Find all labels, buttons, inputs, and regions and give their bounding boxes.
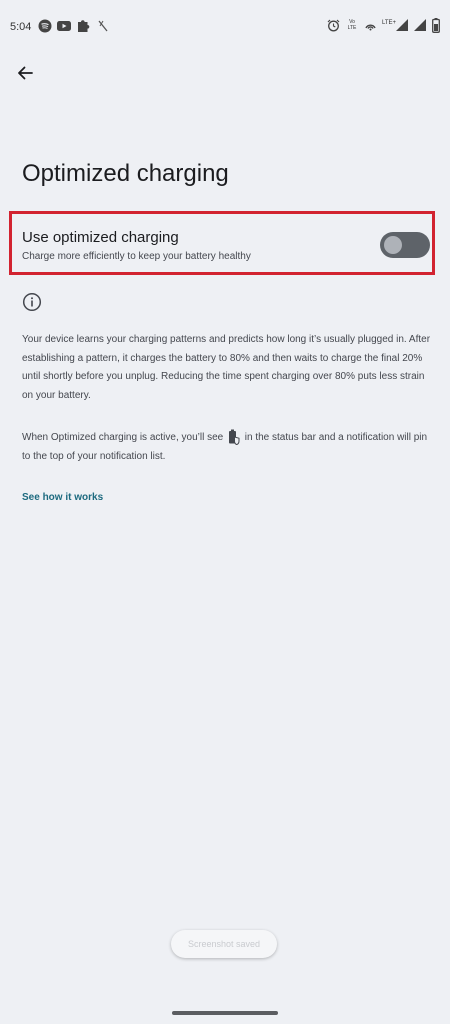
see-how-it-works-link[interactable]: See how it works [22, 492, 103, 503]
status-time: 5:04 [10, 21, 32, 33]
screenshot-saved-toast: Screenshot saved [171, 930, 277, 958]
battery-shield-icon [228, 429, 240, 446]
hotspot-icon [365, 24, 376, 31]
status-bar: 5:04 Vo LTE LTE+ [0, 0, 450, 56]
setting-title: Use optimized charging [22, 229, 179, 246]
setting-subtitle: Charge more efficiently to keep your bat… [22, 251, 251, 262]
signal-icon [396, 19, 408, 31]
puzzle-icon [78, 20, 90, 32]
signal-icon-secondary [414, 19, 426, 31]
gesture-nav-handle[interactable] [172, 1011, 278, 1015]
info-paragraph-1: Your device learns your charging pattern… [22, 334, 431, 401]
battery-icon [432, 18, 440, 33]
arrow-back-icon [18, 66, 33, 80]
feather-icon [98, 20, 108, 32]
optimized-charging-setting-row[interactable]: Use optimized charging Charge more effic… [9, 211, 435, 275]
youtube-icon [57, 21, 71, 31]
paragraph-2-before: When Optimized charging is active, you’l… [22, 432, 224, 443]
toggle-knob [384, 236, 402, 254]
alarm-icon [327, 19, 340, 32]
info-icon [22, 292, 42, 312]
music-app-icon [38, 19, 52, 33]
info-paragraph-2: When Optimized charging is active, you’l… [22, 429, 432, 466]
back-button[interactable] [12, 60, 38, 86]
lte-plus-label: LTE+ [382, 20, 397, 26]
optimized-charging-toggle[interactable] [380, 232, 430, 258]
page-title: Optimized charging [22, 160, 229, 187]
volte-indicator: Vo LTE [347, 19, 357, 31]
